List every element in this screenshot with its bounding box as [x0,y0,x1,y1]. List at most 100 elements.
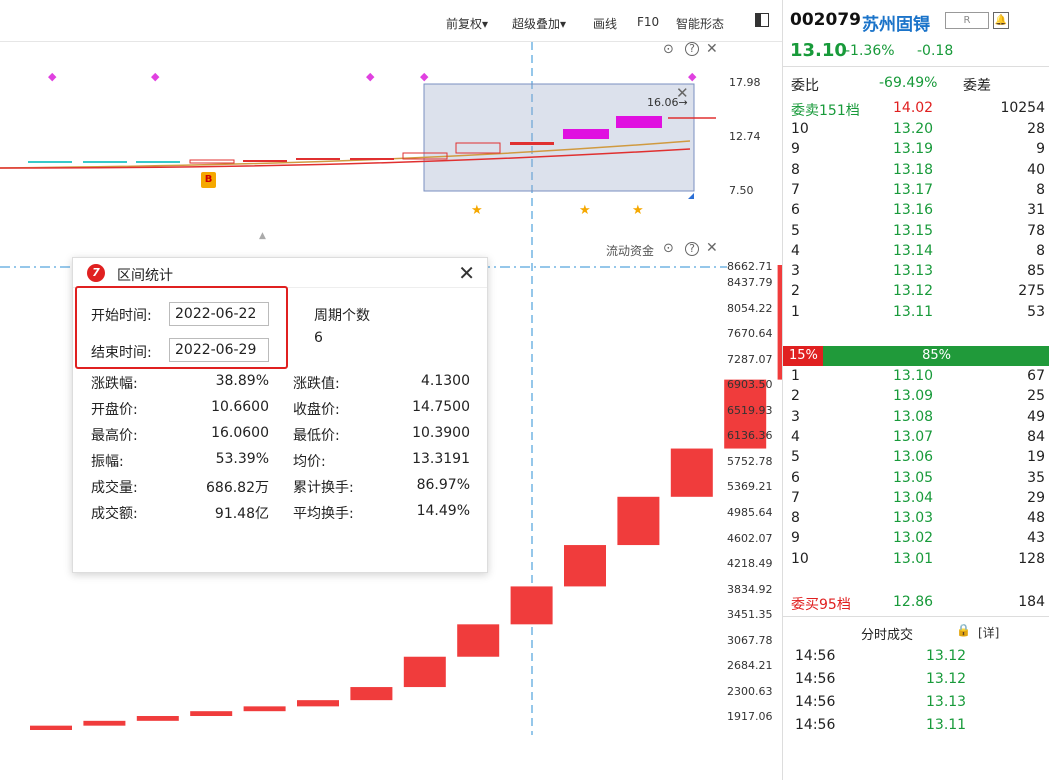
buy-signal-badge[interactable]: B [201,172,216,188]
trade-row: 14:56 13.12 [783,671,1049,691]
orderbook-level: 2 [791,388,800,405]
dialog-header[interactable]: 7 区间统计 ✕ [73,258,487,288]
flow-axis-label: 8437.79 [727,276,773,289]
trades-header: 分时成交 🔒 [详] [783,616,1049,644]
sell-total-volume: 10254 [1000,100,1045,116]
orderbook-row: 1 13.11 53 [783,304,1049,324]
flow-bar [510,586,553,625]
sell-total-price: 14.02 [893,100,934,116]
orderbook-level: 3 [791,263,800,280]
orderbook-row: 4 13.07 84 [783,429,1049,449]
flow-axis-label: 6136.36 [727,429,773,443]
flow-axis-label: 8662.71 [727,260,773,273]
flow-axis-label: 3834.92 [727,582,773,596]
smart-pattern-button[interactable]: 智能形态 [676,15,724,32]
f10-button[interactable]: F10 [637,15,659,29]
draw-line-button[interactable]: 画线 [593,15,617,32]
stat-row: 开盘价: 10.6600 收盘价: 14.7500 [73,399,487,421]
stat-label: 振幅: [91,454,124,470]
flow-bar [83,720,126,726]
orderbook-volume: 275 [1018,283,1045,300]
candle-flat [28,161,72,163]
ratio-red-segment: 15% [783,346,824,366]
stat-value: 686.82万 [206,480,269,496]
orderbook-price: 13.04 [893,489,934,506]
kline-svg[interactable] [0,42,782,250]
candle-flat [136,161,180,163]
candle-limit-up [563,129,609,139]
start-time-input[interactable] [169,302,269,326]
dialog-close-button[interactable]: ✕ [458,261,475,285]
orderbook-volume: 9 [1036,141,1045,158]
orderbook-row: 1 13.10 67 [783,368,1049,388]
stat-label: 累计换手: [293,480,354,496]
orderbook-price: 13.20 [893,121,934,137]
orderbook-level: 6 [791,469,800,486]
stock-code: 002079 [790,10,861,30]
orderbook-row: 2 13.12 275 [783,283,1049,303]
lock-icon[interactable]: 🔒 [956,623,971,637]
orderbook-row: 8 13.03 48 [783,510,1049,530]
collapse-arrow-icon[interactable]: ▲ [259,231,266,241]
interval-stats-dialog[interactable]: 7 区间统计 ✕ 开始时间: 结束时间: 周期个数 6 涨跌幅:38.89%涨跌… [72,257,488,573]
end-time-label: 结束时间: [91,345,152,361]
flow-axis-label: 4985.64 [727,505,773,519]
candle-flat [83,161,127,163]
trade-time: 14:56 [795,648,836,664]
orderbook-row: 10 13.20 28 [783,121,1049,141]
orderbook-row: 6 13.16 31 [783,202,1049,222]
orderbook-level: 4 [791,428,800,445]
star-marker: ★ [632,203,644,218]
orderbook-volume: 35 [1027,469,1045,486]
stat-row: 最高价: 16.0600 最低价: 10.3900 [73,425,487,447]
flow-bar [136,716,179,721]
fuquan-dropdown[interactable]: 前复权▾ [446,15,488,32]
stat-value: 16.0600 [211,425,269,441]
trade-row: 14:56 13.11 [783,717,1049,737]
orderbook-volume: 67 [1027,368,1045,384]
overlay-dropdown[interactable]: 超级叠加▾ [512,15,566,32]
flow-axis-label: 3451.35 [727,608,773,622]
price-change-percent: -1.36% [845,43,895,59]
sell-total-row: 委卖151档 14.02 10254 [783,100,1049,120]
orderbook-row: 8 13.18 40 [783,162,1049,182]
orderbook-price: 13.10 [893,368,934,384]
flow-bar [350,687,393,701]
stat-row: 振幅: 53.39% 均价: 13.3191 [73,451,487,473]
orderbook-price: 13.01 [893,550,934,567]
orderbook-row: 4 13.14 8 [783,243,1049,263]
selection-handle [688,193,694,199]
orderbook-level: 5 [791,449,800,466]
orderbook-price: 13.03 [893,510,934,527]
orderbook-price: 13.09 [893,388,934,405]
chart-toolbar: 前复权▾ 超级叠加▾ 画线 F10 智能形态 [0,0,782,42]
flow-axis-label: 6519.93 [727,403,773,417]
orderbook-volume: 48 [1027,510,1045,527]
candle-up [189,159,235,164]
orderbook-row: 7 13.17 8 [783,182,1049,202]
trades-detail-link[interactable]: [详] [978,624,999,641]
end-time-input[interactable] [169,338,269,362]
flow-bar [243,706,286,712]
orderbook-price: 13.08 [893,408,934,425]
stat-label: 最高价: [91,428,138,444]
r-badge[interactable]: R [945,12,989,29]
orderbook-volume: 29 [1027,489,1045,506]
flow-axis-label: 4602.07 [727,531,773,545]
alert-bell-icon[interactable]: 🔔 [993,12,1009,29]
panel-toggle-icon[interactable] [755,13,769,27]
stock-name[interactable]: 苏州固锝 [862,10,930,35]
trade-time: 14:56 [795,694,836,710]
stat-value: 14.49% [416,503,470,519]
stat-value: 91.48亿 [214,506,269,522]
stat-label: 涨跌幅: [91,376,138,392]
orderbook-price: 13.19 [893,141,934,158]
flow-bar [457,624,500,657]
orderbook-row: 3 13.08 49 [783,409,1049,429]
orderbook-price: 13.02 [893,530,934,547]
selection-close-icon[interactable]: ✕ [676,84,689,102]
orderbook-level: 8 [791,510,800,527]
trade-price: 13.12 [926,648,967,664]
orderbook-level: 6 [791,202,800,219]
orderbook-row: 6 13.05 35 [783,470,1049,490]
